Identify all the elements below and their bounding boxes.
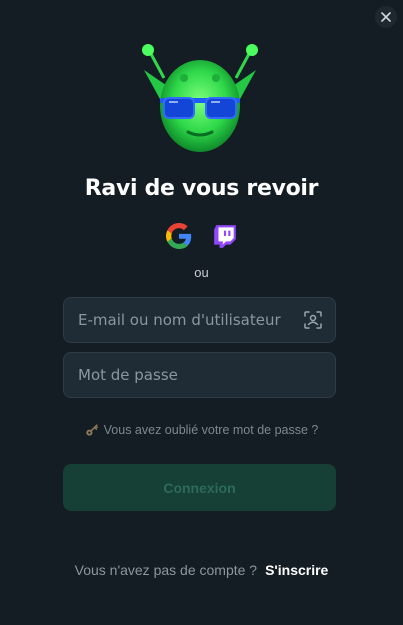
username-field[interactable]	[63, 297, 336, 343]
close-icon	[381, 12, 391, 22]
username-input[interactable]	[76, 310, 297, 330]
close-button[interactable]	[375, 6, 397, 28]
signup-prompt: Vous n'avez pas de compte ?	[74, 562, 258, 578]
separator-text: ou	[194, 265, 209, 280]
login-modal: Ravi de vous revoir ou E-mail ou nom d'u…	[0, 0, 403, 625]
user-scan-icon	[304, 311, 322, 329]
password-field[interactable]	[63, 352, 336, 398]
login-button[interactable]: Connexion	[63, 464, 336, 511]
signup-link[interactable]: S'inscrire	[265, 562, 328, 578]
social-login-row	[0, 222, 403, 250]
forgot-password-label: Vous avez oublié votre mot de passe ?	[103, 423, 319, 437]
goblin-mascot-logo	[142, 44, 258, 152]
twitch-icon	[213, 225, 236, 248]
signup-row: Vous n'avez pas de compte ? S'inscrire	[0, 562, 403, 578]
key-icon	[85, 424, 98, 436]
google-login-button[interactable]	[165, 222, 193, 250]
twitch-login-button[interactable]	[211, 222, 239, 250]
forgot-password-link[interactable]: Vous avez oublié votre mot de passe ?	[0, 423, 403, 437]
page-title: Ravi de vous revoir	[84, 176, 319, 201]
password-input[interactable]	[76, 365, 323, 385]
google-icon	[165, 223, 191, 249]
